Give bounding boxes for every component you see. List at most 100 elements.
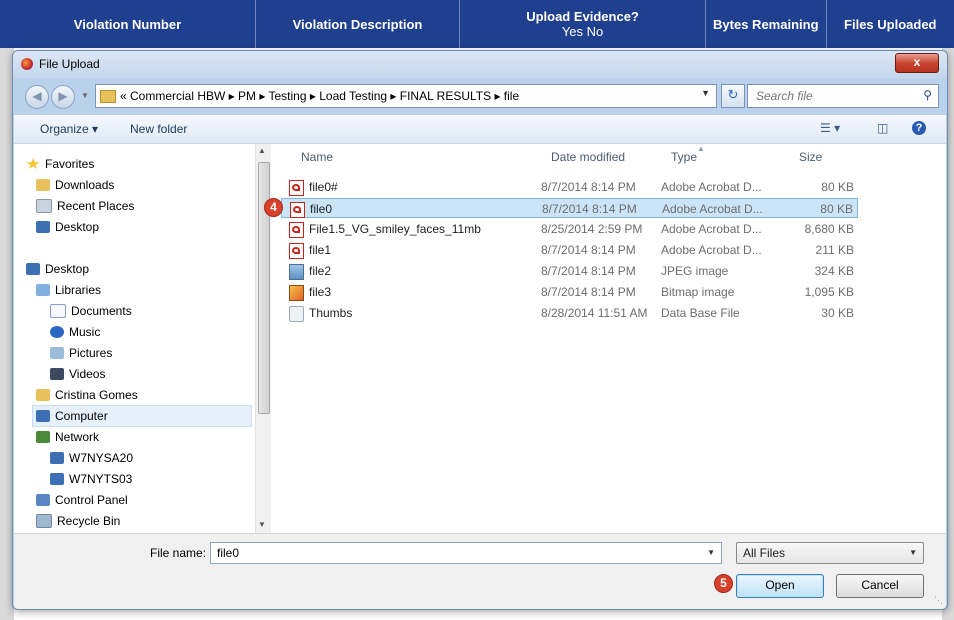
nav-item-w7nysa20[interactable]: W7NYSA20 [50,448,133,468]
nav-item-desktop[interactable]: Desktop [36,217,99,237]
dialog-title: File Upload [39,57,100,71]
file-name: Thumbs [309,306,353,320]
nav-label: Recent Places [57,199,135,213]
search-box: ⚲ [747,84,939,108]
network-icon [36,431,50,443]
nav-item-cristina-gomes[interactable]: Cristina Gomes [36,385,138,405]
refresh-button[interactable]: ↻ [721,84,745,108]
nav-label: Pictures [69,346,113,360]
file-row-file1[interactable]: file1 8/7/2014 8:14 PM Adobe Acrobat D..… [281,240,858,260]
file-date: 8/7/2014 8:14 PM [541,243,636,257]
resize-grip-icon[interactable]: ⋱ [934,595,943,606]
file-type-value: All Files [743,546,786,560]
new-folder-button[interactable]: New folder [130,122,187,136]
file-name: File1.5_VG_smiley_faces_11mb [309,222,481,236]
pdf-icon [289,243,304,259]
scroll-down-icon[interactable]: ▼ [258,520,266,529]
file-name: file0# [309,180,338,194]
preview-pane-button[interactable]: ◫ [877,121,888,135]
column-name[interactable]: Name [301,150,333,164]
nav-item-music[interactable]: Music [50,322,100,342]
nav-label: Desktop [45,262,90,276]
close-button[interactable]: x [895,53,939,73]
file-type: JPEG image [661,264,729,278]
pdf-icon [289,222,304,238]
nav-label: Recycle Bin [57,514,121,528]
nav-label: W7NYSA20 [69,451,134,465]
file-row-file2[interactable]: file2 8/7/2014 8:14 PM JPEG image 324 KB [281,261,858,281]
file-row-thumbs[interactable]: Thumbs 8/28/2014 11:51 AM Data Base File… [281,303,858,323]
file-type-select[interactable]: All Files ▼ [736,542,924,564]
computer-icon [36,410,50,422]
nav-item-downloads[interactable]: Downloads [36,175,114,195]
computer-icon [50,452,64,464]
column-date-modified[interactable]: Date modified [551,150,625,164]
pdf-icon [289,180,304,196]
nav-item-network[interactable]: Network [36,427,99,447]
file-upload-dialog: File Upload x ◀ ▶ ▼ « Commercial HBW ▸ P… [12,50,948,610]
nav-item-recycle-bin[interactable]: Recycle Bin [36,511,120,531]
nav-label: Desktop [55,220,100,234]
nav-label: Libraries [55,283,102,297]
file-row-file1-5[interactable]: File1.5_VG_smiley_faces_11mb 8/25/2014 2… [281,219,858,239]
search-icon[interactable]: ⚲ [923,88,932,102]
help-icon[interactable]: ? [912,121,926,135]
music-icon [50,326,64,338]
back-button[interactable]: ◀ [25,85,49,109]
forward-arrow-icon: ▶ [58,89,68,103]
column-header-label: Upload Evidence? [526,9,639,24]
pdf-icon [290,202,305,218]
file-date: 8/7/2014 8:14 PM [541,285,636,299]
column-type[interactable]: Type [671,150,697,164]
nav-label: Computer [55,409,108,423]
views-button[interactable]: ☰ ▾ [820,121,840,135]
database-file-icon [289,306,304,322]
search-input[interactable] [754,85,918,107]
recent-places-icon [36,199,52,213]
desktop-icon [36,221,50,233]
nav-label: Network [55,430,100,444]
nav-item-control-panel[interactable]: Control Panel [36,490,128,510]
cancel-button[interactable]: Cancel [836,574,924,598]
column-header-violation-number: Violation Number [0,0,256,48]
nav-item-w7nyts03[interactable]: W7NYTS03 [50,469,132,489]
file-row-file0[interactable]: file0 8/7/2014 8:14 PM Adobe Acrobat D..… [281,198,858,218]
nav-item-pictures[interactable]: Pictures [50,343,112,363]
file-size: 8,680 KB [804,222,854,236]
background-table-header: Violation Number Violation Description U… [0,0,954,48]
column-header-label: Violation Number [73,16,182,32]
recent-locations-dropdown-icon[interactable]: ▼ [81,91,89,100]
nav-item-libraries[interactable]: Libraries [36,280,101,300]
file-type: Adobe Acrobat D... [661,243,762,257]
scroll-up-icon[interactable]: ▲ [258,146,266,155]
nav-item-computer[interactable]: Computer [32,405,252,427]
organize-button[interactable]: Organize ▾ [40,122,98,136]
file-list: ▲ Name Date modified Type Size file0# 8/… [271,144,946,533]
forward-button[interactable]: ▶ [51,85,75,109]
nav-label: Favorites [45,157,95,171]
nav-item-documents[interactable]: Documents [50,301,132,321]
file-row-file0hash[interactable]: file0# 8/7/2014 8:14 PM Adobe Acrobat D.… [281,177,858,197]
column-header-sublabel: Yes No [561,24,604,39]
column-header-label: Files Uploaded [844,16,937,32]
nav-item-videos[interactable]: Videos [50,364,105,384]
column-header-label: Violation Description [292,16,423,32]
file-date: 8/28/2014 11:51 AM [541,306,648,320]
breadcrumb[interactable]: « Commercial HBW ▸ PM ▸ Testing ▸ Load T… [120,89,519,103]
file-name: file2 [309,264,332,278]
nav-label: Videos [69,367,106,381]
file-name-dropdown-icon[interactable]: ▼ [707,548,715,557]
nav-item-desktop-root[interactable]: Desktop [26,259,89,279]
column-size[interactable]: Size [799,150,822,164]
file-size: 30 KB [821,306,854,320]
nav-label: Cristina Gomes [55,388,138,402]
file-name: file0 [310,202,333,216]
nav-item-recent-places[interactable]: Recent Places [36,196,134,216]
file-name-input[interactable] [215,543,689,563]
nav-item-favorites[interactable]: Favorites [26,154,94,174]
open-button[interactable]: Open [736,574,824,598]
address-dropdown-icon[interactable]: ▼ [701,88,710,98]
file-row-file3[interactable]: file3 8/7/2014 8:14 PM Bitmap image 1,09… [281,282,858,302]
bitmap-icon [289,285,304,301]
address-bar[interactable]: « Commercial HBW ▸ PM ▸ Testing ▸ Load T… [95,84,717,108]
